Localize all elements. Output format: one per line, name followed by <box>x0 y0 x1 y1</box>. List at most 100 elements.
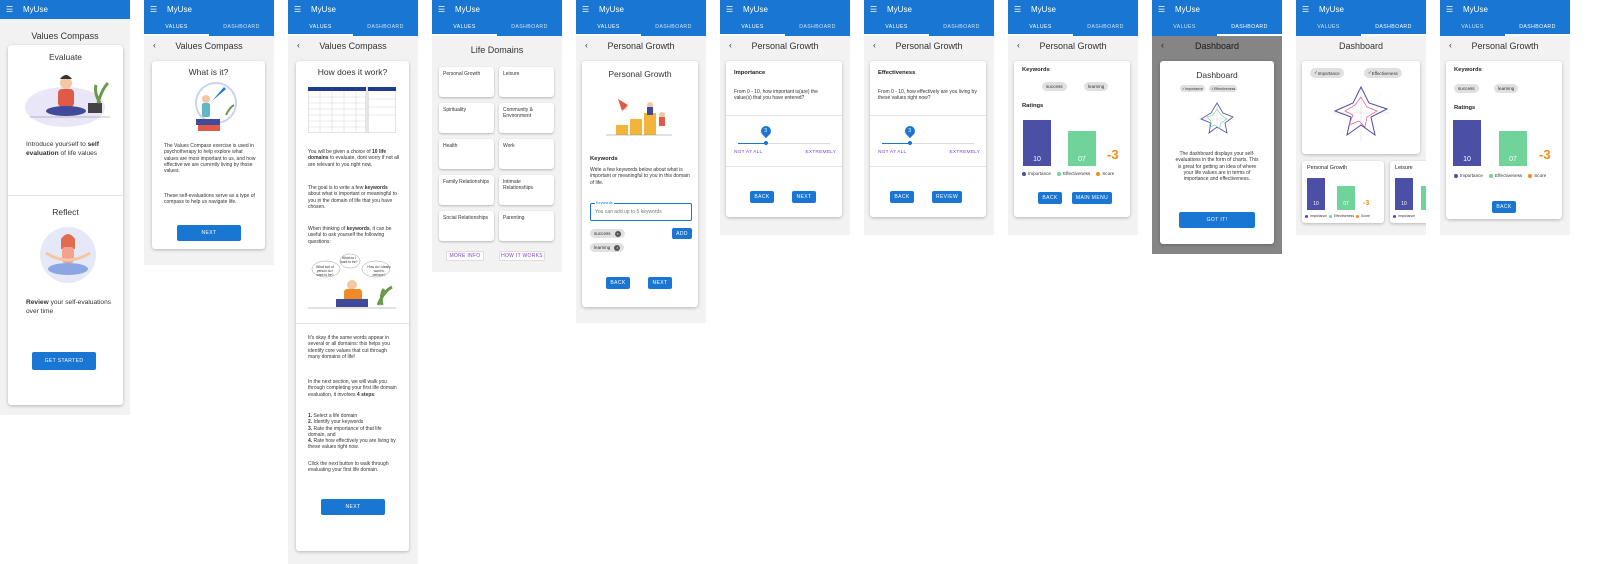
tab-bar: VALUES DASHBOARD <box>576 19 706 36</box>
intro-card: Evaluate Introduce yourself to self eval… <box>8 45 123 405</box>
tab-values[interactable]: VALUES <box>288 19 353 36</box>
main-menu-button[interactable]: MAIN MENU <box>1072 192 1112 204</box>
tab-values[interactable]: VALUES <box>1152 19 1217 36</box>
tab-dashboard[interactable]: DASHBOARD <box>929 19 994 36</box>
menu-icon[interactable]: ☰ <box>6 5 15 14</box>
back-arrow-icon[interactable]: ‹ <box>153 40 156 50</box>
menu-icon[interactable]: ☰ <box>150 5 159 14</box>
menu-icon[interactable]: ☰ <box>438 5 447 14</box>
keyword-chip[interactable]: learning × <box>590 243 625 252</box>
keywords-input[interactable]: Keywords You can add up to 5 keywords <box>590 201 692 221</box>
worksheet-illustration <box>308 87 396 133</box>
menu-icon[interactable]: ☰ <box>870 5 879 14</box>
tab-values[interactable]: VALUES <box>864 19 929 36</box>
legend-chip-effectiveness[interactable]: ✓ Effectiveness <box>1364 68 1402 78</box>
how-paragraph-5: In the next section, we will walk you th… <box>308 379 397 398</box>
tab-values[interactable]: VALUES <box>1296 19 1361 36</box>
get-started-button[interactable]: GET STARTED <box>32 352 96 370</box>
reflect-title: Reflect <box>52 207 79 217</box>
keyword-chip[interactable]: success × <box>590 229 625 238</box>
slider-thumb[interactable]: 3 <box>902 123 917 145</box>
how-it-works-button[interactable]: HOW IT WORKS <box>499 251 545 261</box>
slider-thumb[interactable]: 3 <box>758 123 773 145</box>
back-arrow-icon[interactable]: ‹ <box>729 40 732 50</box>
back-arrow-icon[interactable]: ‹ <box>1017 40 1020 50</box>
leisure-mini-card[interactable]: Leisure 10 Importance <box>1390 161 1426 223</box>
got-it-button[interactable]: GOT IT! <box>1179 212 1255 228</box>
domain-spirituality[interactable]: Spirituality <box>439 103 494 133</box>
menu-icon[interactable]: ☰ <box>294 5 303 14</box>
effectiveness-slider[interactable]: 3 <box>882 123 974 147</box>
next-button[interactable]: NEXT <box>648 277 672 289</box>
tab-dashboard[interactable]: DASHBOARD <box>1505 19 1570 36</box>
app-title: MyUse <box>23 5 48 14</box>
next-button[interactable]: NEXT <box>177 225 241 241</box>
ratings-label: Ratings <box>1022 103 1044 109</box>
reflect-illustration <box>40 227 96 283</box>
keywords-label: Keywords <box>1022 67 1050 73</box>
tab-dashboard[interactable]: DASHBOARD <box>1073 19 1138 36</box>
domain-community-environment[interactable]: Community & Environment <box>499 103 554 133</box>
menu-icon[interactable]: ☰ <box>582 5 591 14</box>
tab-dashboard[interactable]: DASHBOARD <box>1361 19 1426 36</box>
menu-icon[interactable]: ☰ <box>1302 5 1311 14</box>
tab-values[interactable]: VALUES <box>576 19 641 36</box>
more-info-button[interactable]: MORE INFO <box>446 251 484 261</box>
domain-family-relationships[interactable]: Family Relationships <box>439 175 494 205</box>
radar-chart <box>1333 85 1389 141</box>
menu-icon[interactable]: ☰ <box>1446 5 1455 14</box>
tab-dashboard[interactable]: DASHBOARD <box>641 19 706 36</box>
menu-icon[interactable]: ☰ <box>1014 5 1023 14</box>
tab-values[interactable]: VALUES <box>432 19 497 36</box>
review-button[interactable]: REVIEW <box>932 191 962 203</box>
back-button[interactable]: BACK <box>1492 201 1516 213</box>
back-button[interactable]: BACK <box>1038 192 1062 204</box>
back-arrow-icon[interactable]: ‹ <box>585 40 588 50</box>
domain-parenting[interactable]: Parenting <box>499 211 554 241</box>
slider-fill <box>738 143 766 144</box>
remove-chip-icon[interactable]: × <box>614 244 621 251</box>
legend-effectiveness: Effectiveness <box>1328 214 1354 218</box>
add-button[interactable]: ADD <box>672 228 692 239</box>
tab-values[interactable]: VALUES <box>1440 19 1505 36</box>
keywords-card: Personal Growth Keywords Write a few key… <box>582 61 698 307</box>
tab-dashboard[interactable]: DASHBOARD <box>209 19 274 36</box>
domain-work[interactable]: Work <box>499 139 554 169</box>
legend-dot <box>1393 214 1396 218</box>
back-button[interactable]: BACK <box>890 191 914 203</box>
tab-dashboard[interactable]: DASHBOARD <box>497 19 562 36</box>
tab-dashboard[interactable]: DASHBOARD <box>1217 19 1282 36</box>
slider-value: 3 <box>908 128 911 134</box>
next-button[interactable]: NEXT <box>321 499 385 515</box>
domain-health[interactable]: Health <box>439 139 494 169</box>
domain-detail-card: Keywords success learning Ratings 10 07 … <box>1446 61 1562 219</box>
domain-social-relationships[interactable]: Social Relationships <box>439 211 494 241</box>
mini-card-title: Personal Growth <box>1307 165 1348 171</box>
tab-dashboard[interactable]: DASHBOARD <box>785 19 850 36</box>
app-bar: ☰ MyUse <box>1296 0 1426 19</box>
back-button[interactable]: BACK <box>750 191 774 203</box>
radar-chart-preview <box>1199 101 1235 137</box>
domain-leisure[interactable]: Leisure <box>499 67 554 97</box>
legend-chip-importance[interactable]: ✓ Importance <box>1310 68 1344 78</box>
ratings-label: Ratings <box>1454 105 1476 111</box>
remove-chip-icon[interactable]: × <box>614 230 621 237</box>
back-arrow-icon[interactable]: ‹ <box>873 40 876 50</box>
back-arrow-icon[interactable]: ‹ <box>297 40 300 50</box>
back-button[interactable]: BACK <box>606 277 630 289</box>
tab-values[interactable]: VALUES <box>720 19 785 36</box>
domain-intimate-relationships[interactable]: Intimate Relationships <box>499 175 554 205</box>
tab-dashboard[interactable]: DASHBOARD <box>353 19 418 36</box>
menu-icon[interactable]: ☰ <box>726 5 735 14</box>
domain-personal-growth[interactable]: Personal Growth <box>439 67 494 97</box>
slider-fill <box>882 143 910 144</box>
mini-importance-bar: 10 <box>1395 178 1413 210</box>
personal-growth-mini-card[interactable]: Personal Growth 10 07 -3 Importance Effe… <box>1302 161 1384 223</box>
back-arrow-icon[interactable]: ‹ <box>1449 40 1452 50</box>
importance-slider[interactable]: 3 <box>738 123 830 147</box>
tab-values[interactable]: VALUES <box>144 19 209 36</box>
legend-dot <box>1328 214 1332 218</box>
next-button[interactable]: NEXT <box>792 191 816 203</box>
tab-values[interactable]: VALUES <box>1008 19 1073 36</box>
menu-icon[interactable]: ☰ <box>1158 5 1167 14</box>
